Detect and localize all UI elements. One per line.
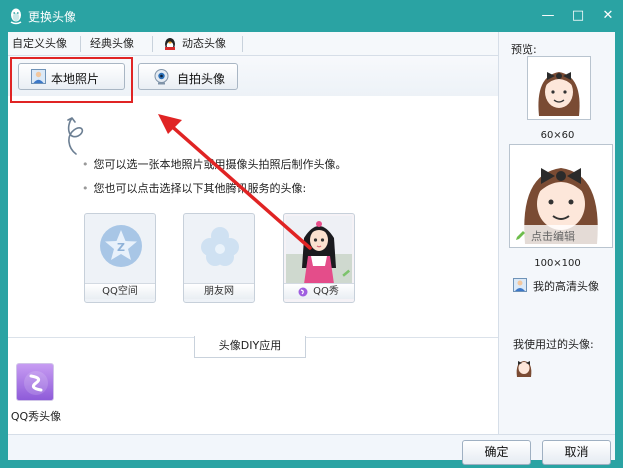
avatar-tabs: 自定义头像 经典头像 动态头像 — [8, 32, 498, 56]
tab-dynamic-avatar[interactable]: 动态头像 — [182, 32, 226, 56]
curl-arrow-icon — [67, 117, 84, 155]
hint-text-1: 您可以选一张本地照片或用摄像头拍照后制作头像。 — [93, 158, 347, 171]
used-avatars-label: 我使用过的头像: — [513, 338, 594, 351]
qqxiu-avatar-app[interactable] — [16, 363, 54, 401]
hd-avatar-link[interactable]: 我的高清头像 — [513, 278, 599, 294]
cancel-button[interactable]: 取消 — [542, 440, 611, 465]
used-avatar-thumb[interactable] — [513, 356, 535, 378]
hint-text-2: 您也可以点击选择以下其他腾讯服务的头像: — [93, 182, 307, 195]
title-bar[interactable]: 更换头像 — □ ✕ — [0, 0, 623, 32]
qzone-icon: Z — [100, 225, 142, 267]
qqxiu-label-text: QQ秀 — [313, 286, 339, 297]
maximize-button[interactable]: □ — [567, 6, 589, 26]
qqxiu-avatar-image — [286, 216, 352, 284]
avatar-thumb-image — [516, 361, 532, 377]
pengyou-label: 朋友网 — [184, 283, 254, 299]
tab-separator — [242, 36, 243, 52]
qqxiu-small-icon — [298, 287, 308, 297]
tab-custom-avatar[interactable]: 自定义头像 — [12, 32, 67, 56]
preview-avatar-large[interactable]: 点击编辑 — [509, 144, 613, 248]
photo-person-icon — [513, 278, 527, 292]
tab-separator — [80, 36, 81, 52]
webcam-icon — [154, 69, 169, 85]
pengyou-icon — [201, 227, 239, 266]
pengyou-label-text: 朋友网 — [204, 286, 234, 297]
avatar-image-small — [529, 58, 589, 118]
qzone-label-text: QQ空间 — [102, 286, 138, 297]
qzone-service-tile[interactable]: Z QQ空间 — [84, 213, 156, 303]
local-photo-highlight — [10, 57, 133, 103]
minimize-button[interactable]: — — [537, 6, 559, 26]
bullet-dot: • — [82, 158, 89, 171]
qqxiu-service-tile[interactable]: QQ秀 — [283, 213, 355, 303]
tab-classic-avatar[interactable]: 经典头像 — [90, 32, 134, 56]
qqxiu-app-icon — [24, 371, 48, 395]
hint-line-1: • 您可以选一张本地照片或用摄像头拍照后制作头像。 — [82, 156, 347, 172]
qzone-label: QQ空间 — [85, 283, 155, 299]
pengyou-service-tile[interactable]: 朋友网 — [183, 213, 255, 303]
preview-panel: 预览: 60×60 点击编辑 100×100 我的高清头像 我使用过的头像: — [498, 32, 615, 434]
dialog-footer: 确定 取消 — [8, 434, 615, 465]
preview-label: 预览: — [511, 43, 537, 56]
source-content: • 您可以选一张本地照片或用摄像头拍照后制作头像。 • 您也可以点击选择以下其他腾讯… — [8, 96, 498, 336]
pencil-icon — [516, 231, 525, 240]
ok-button[interactable]: 确定 — [462, 440, 531, 465]
hint-line-2: • 您也可以点击选择以下其他腾讯服务的头像: — [82, 180, 306, 196]
diy-apps-tab[interactable]: 头像DIY应用 — [194, 336, 306, 358]
selfie-button[interactable]: 自拍头像 — [138, 63, 238, 90]
qq-penguin-icon — [10, 8, 22, 25]
close-button[interactable]: ✕ — [597, 6, 619, 26]
qq-penguin-red-icon — [165, 38, 175, 50]
bullet-dot: • — [82, 182, 89, 195]
edit-overlay[interactable]: 点击编辑 — [511, 225, 611, 245]
window-title: 更换头像 — [28, 10, 77, 24]
selfie-label: 自拍头像 — [177, 72, 226, 86]
qqxiu-app-label: QQ秀头像 — [10, 410, 62, 423]
dialog-body: 自定义头像 经典头像 动态头像 本地照片 自拍头像 • 您可以选一张本地照片或用… — [8, 32, 615, 465]
hd-avatar-label: 我的高清头像 — [533, 280, 599, 293]
large-size-label: 100×100 — [534, 258, 581, 269]
change-avatar-window: 更换头像 — □ ✕ 自定义头像 经典头像 动态头像 本地照片 自拍头像 • 您… — [0, 0, 623, 468]
preview-avatar-small — [527, 56, 591, 120]
qqxiu-label: QQ秀 — [284, 283, 354, 299]
tab-separator — [152, 36, 153, 52]
edit-label: 点击编辑 — [531, 230, 575, 243]
small-size-label: 60×60 — [540, 130, 575, 141]
svg-text:Z: Z — [117, 241, 125, 254]
